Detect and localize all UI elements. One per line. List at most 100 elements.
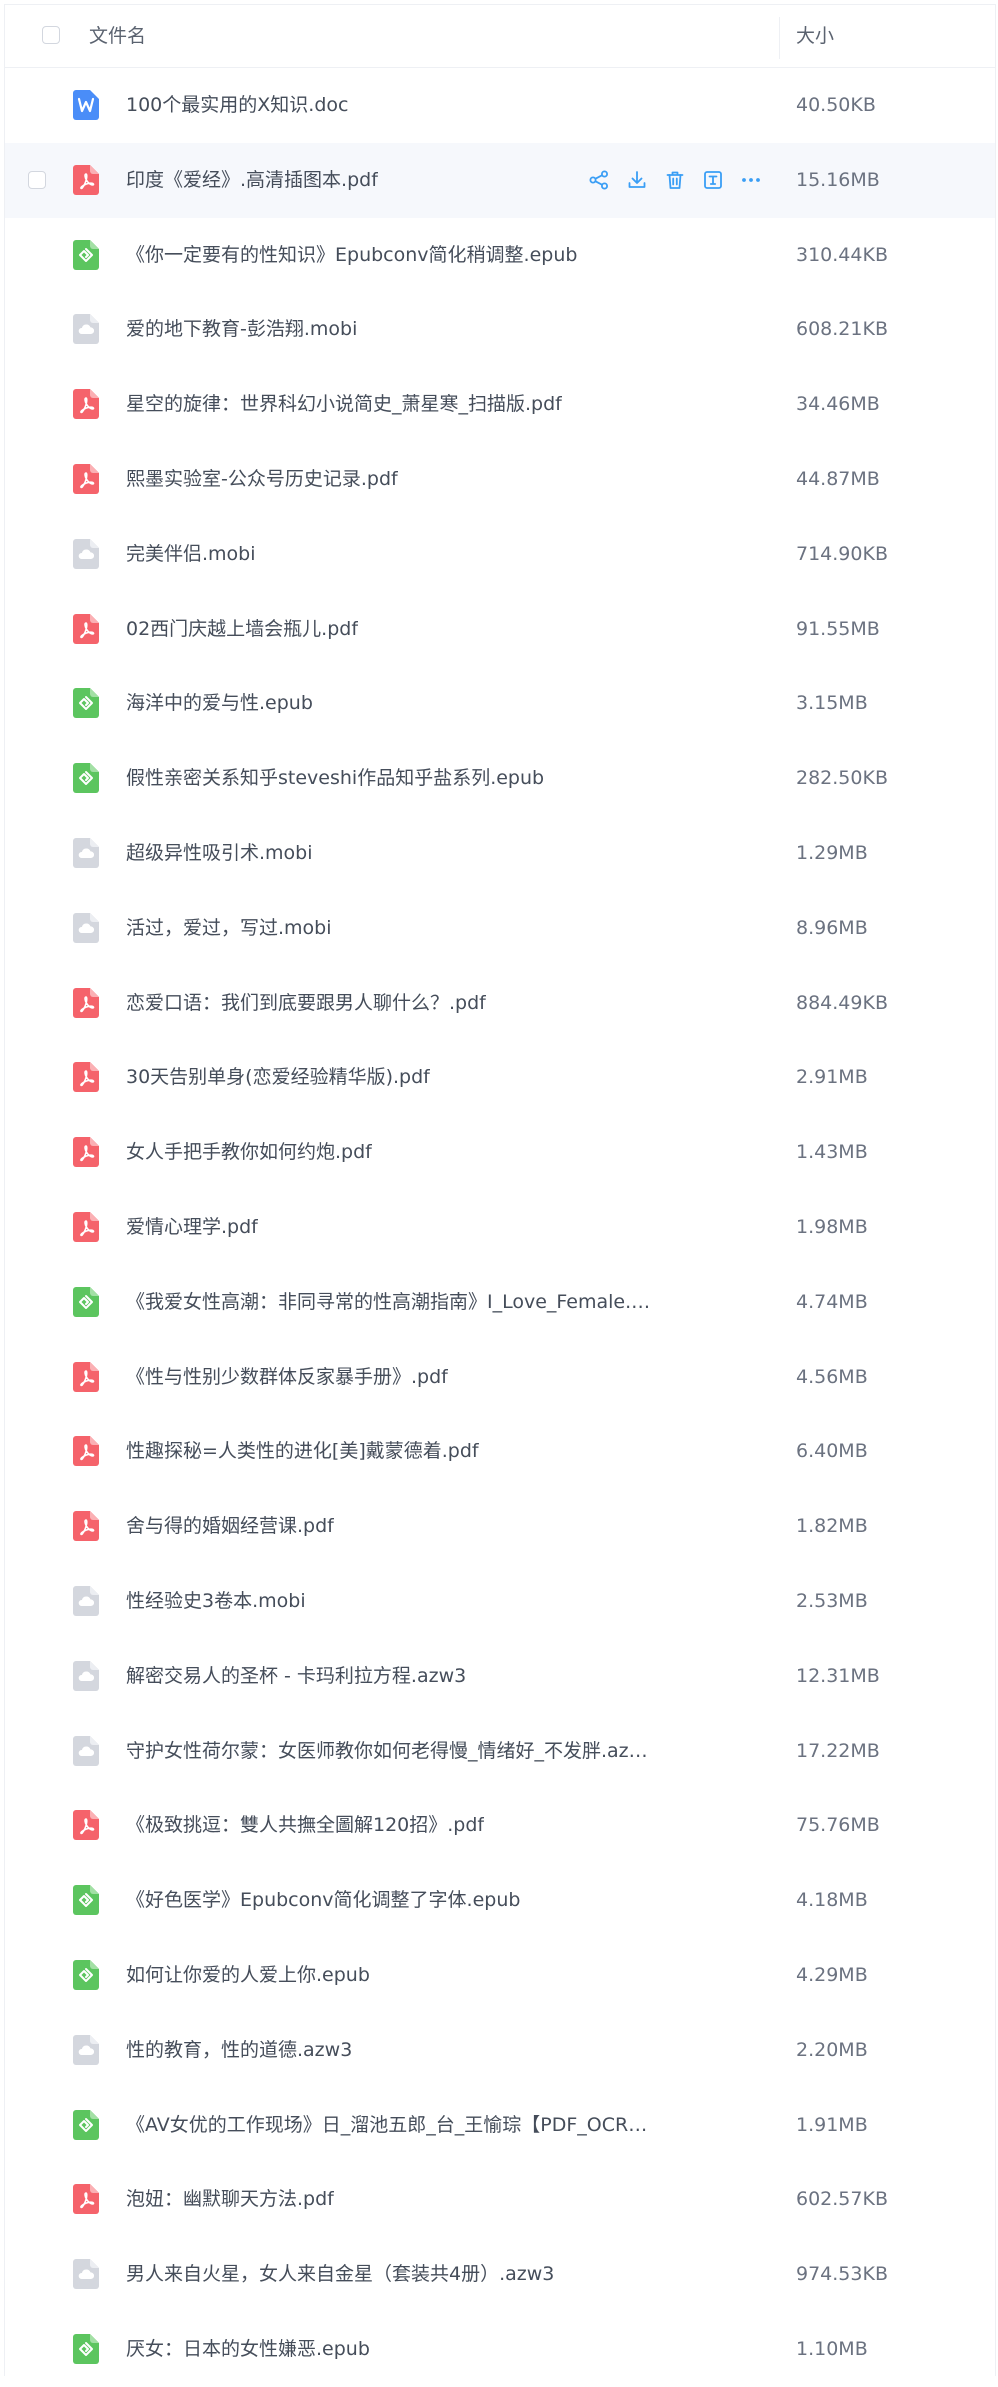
file-name[interactable]: 如何让你爱的人爱上你.epub <box>126 1938 370 2012</box>
pdf-file-icon <box>73 1511 99 1542</box>
file-name[interactable]: 活过，爱过，写过.mobi <box>126 891 332 965</box>
file-row[interactable]: 性的教育，性的道德.azw3 2.20MB <box>5 2013 995 2088</box>
file-name[interactable]: 《好色医学》Epubconv简化调整了字体.epub <box>126 1863 520 1937</box>
file-row[interactable]: 《好色医学》Epubconv简化调整了字体.epub 4.18MB <box>5 1863 995 1938</box>
file-row[interactable]: 厌女：日本的女性嫌恶.epub 1.10MB <box>5 2312 995 2387</box>
file-size: 1.10MB <box>796 2337 868 2360</box>
file-row[interactable]: 《我爱女性高潮：非同寻常的性高潮指南》I_Love_Female.epub 4.… <box>5 1265 995 1340</box>
pdf-file-icon <box>73 389 99 420</box>
text-info-icon[interactable] <box>701 168 725 192</box>
file-row[interactable]: 02西门庆越上墙会瓶儿.pdf 91.55MB <box>5 592 995 667</box>
file-size: 2.91MB <box>796 1066 868 1089</box>
file-name[interactable]: 熙墨实验室-公众号历史记录.pdf <box>126 442 398 516</box>
file-row[interactable]: 《你一定要有的性知识》Epubconv简化稍调整.epub 310.44KB <box>5 218 995 293</box>
file-row[interactable]: 熙墨实验室-公众号历史记录.pdf 44.87MB <box>5 442 995 517</box>
download-icon[interactable] <box>625 168 649 192</box>
row-checkbox[interactable] <box>28 170 46 189</box>
trash-icon[interactable] <box>663 168 687 192</box>
file-size: 310.44KB <box>796 243 888 266</box>
file-size: 1.29MB <box>796 841 868 864</box>
file-name[interactable]: 星空的旋律：世界科幻小说简史_萧星寒_扫描版.pdf <box>126 367 562 441</box>
file-row[interactable]: 爱的地下教育-彭浩翔.mobi 608.21KB <box>5 292 995 367</box>
file-row[interactable]: 女人手把手教你如何约炮.pdf 1.43MB <box>5 1115 995 1190</box>
pdf-file-icon <box>73 1137 99 1168</box>
generic-file-icon <box>73 2034 99 2065</box>
file-size: 40.50KB <box>796 94 876 116</box>
file-name[interactable]: 守护女性荷尔蒙：女医师教你如何老得慢_情绪好_不发胖.azw3 <box>126 1714 656 1788</box>
file-size: 17.22MB <box>796 1739 880 1762</box>
file-row[interactable]: 30天告别单身(恋爱经验精华版).pdf 2.91MB <box>5 1040 995 1115</box>
file-row[interactable]: 《极致挑逗：雙人共撫全圖解120招》.pdf 75.76MB <box>5 1788 995 1863</box>
file-name[interactable]: 恋爱口语：我们到底要跟男人聊什么？.pdf <box>126 966 486 1040</box>
column-divider[interactable] <box>779 17 780 59</box>
file-name[interactable]: 性经验史3卷本.mobi <box>126 1564 306 1638</box>
more-icon[interactable] <box>739 168 763 192</box>
file-size: 602.57KB <box>796 2188 888 2211</box>
file-name[interactable]: 完美伴侣.mobi <box>126 517 256 591</box>
file-row[interactable]: 如何让你爱的人爱上你.epub 4.29MB <box>5 1938 995 2013</box>
file-row[interactable]: 性趣探秘=人类性的进化[美]戴蒙德着.pdf 6.40MB <box>5 1414 995 1489</box>
file-name[interactable]: 女人手把手教你如何约炮.pdf <box>126 1115 372 1189</box>
file-size: 282.50KB <box>796 767 888 790</box>
file-name[interactable]: 100个最实用的X知识.doc <box>126 68 348 142</box>
file-size: 1.43MB <box>796 1141 868 1164</box>
file-name[interactable]: 解密交易人的圣杯 - 卡玛利拉方程.azw3 <box>126 1639 466 1713</box>
file-size: 34.46MB <box>796 393 880 416</box>
file-name[interactable]: 厌女：日本的女性嫌恶.epub <box>126 2312 370 2386</box>
file-name[interactable]: 《我爱女性高潮：非同寻常的性高潮指南》I_Love_Female.epub <box>126 1265 656 1339</box>
file-name[interactable]: 舍与得的婚姻经营课.pdf <box>126 1489 334 1563</box>
file-size: 12.31MB <box>796 1664 880 1687</box>
select-all-checkbox[interactable] <box>42 26 60 44</box>
file-name[interactable]: 《性与性别少数群体反家暴手册》.pdf <box>126 1340 448 1414</box>
file-name[interactable]: 《AV女优的工作现场》日_溜池五郎_台_王愉琮【PDF_OCR多看... <box>126 2088 656 2162</box>
file-name[interactable]: 02西门庆越上墙会瓶儿.pdf <box>126 592 358 666</box>
file-name[interactable]: 《极致挑逗：雙人共撫全圖解120招》.pdf <box>126 1788 484 1862</box>
file-row[interactable]: 守护女性荷尔蒙：女医师教你如何老得慢_情绪好_不发胖.azw3 17.22MB <box>5 1714 995 1789</box>
pdf-file-icon <box>73 1361 99 1392</box>
file-name[interactable]: 性趣探秘=人类性的进化[美]戴蒙德着.pdf <box>126 1414 479 1488</box>
file-row[interactable]: 《性与性别少数群体反家暴手册》.pdf 4.56MB <box>5 1340 995 1415</box>
file-size: 91.55MB <box>796 617 880 640</box>
generic-file-icon <box>73 314 99 345</box>
file-size: 8.96MB <box>796 916 868 939</box>
generic-file-icon <box>73 2259 99 2290</box>
file-name[interactable]: 超级异性吸引术.mobi <box>126 816 313 890</box>
file-name[interactable]: 性的教育，性的道德.azw3 <box>126 2013 352 2087</box>
file-size: 2.53MB <box>796 1589 868 1612</box>
file-name[interactable]: 男人来自火星，女人来自金星（套装共4册）.azw3 <box>126 2237 554 2311</box>
file-name[interactable]: 海洋中的爱与性.epub <box>126 666 313 740</box>
file-name[interactable]: 爱情心理学.pdf <box>126 1190 258 1264</box>
file-name[interactable]: 30天告别单身(恋爱经验精华版).pdf <box>126 1040 430 1114</box>
file-row[interactable]: 海洋中的爱与性.epub 3.15MB <box>5 666 995 741</box>
file-row[interactable]: 印度《爱经》.高清插图本.pdf 15.16MB <box>5 142 995 218</box>
file-name[interactable]: 爱的地下教育-彭浩翔.mobi <box>126 292 357 366</box>
pdf-file-icon <box>73 1810 99 1841</box>
file-row[interactable]: 男人来自火星，女人来自金星（套装共4册）.azw3 974.53KB <box>5 2237 995 2312</box>
share-icon[interactable] <box>587 168 611 192</box>
column-header-size[interactable]: 大小 <box>796 5 834 67</box>
epub-file-icon <box>73 2109 99 2140</box>
file-name[interactable]: 泡妞：幽默聊天方法.pdf <box>126 2162 334 2236</box>
file-row[interactable]: 恋爱口语：我们到底要跟男人聊什么？.pdf 884.49KB <box>5 966 995 1041</box>
file-row[interactable]: 星空的旋律：世界科幻小说简史_萧星寒_扫描版.pdf 34.46MB <box>5 367 995 442</box>
file-row[interactable]: 《AV女优的工作现场》日_溜池五郎_台_王愉琮【PDF_OCR多看... 1.9… <box>5 2088 995 2163</box>
file-size: 44.87MB <box>796 467 880 490</box>
file-size: 714.90KB <box>796 542 888 565</box>
file-row[interactable]: 超级异性吸引术.mobi 1.29MB <box>5 816 995 891</box>
file-row[interactable]: 性经验史3卷本.mobi 2.53MB <box>5 1564 995 1639</box>
file-row[interactable]: 爱情心理学.pdf 1.98MB <box>5 1190 995 1265</box>
generic-file-icon <box>73 837 99 868</box>
file-row[interactable]: 解密交易人的圣杯 - 卡玛利拉方程.azw3 12.31MB <box>5 1639 995 1714</box>
column-header-name[interactable]: 文件名 <box>89 5 146 67</box>
file-row[interactable]: 舍与得的婚姻经营课.pdf 1.82MB <box>5 1489 995 1564</box>
epub-file-icon <box>73 1959 99 1990</box>
file-row[interactable]: 100个最实用的X知识.doc 40.50KB <box>5 68 995 143</box>
file-row[interactable]: 完美伴侣.mobi 714.90KB <box>5 517 995 592</box>
file-name[interactable]: 假性亲密关系知乎steveshi作品知乎盐系列.epub <box>126 741 544 815</box>
pdf-file-icon <box>73 463 99 494</box>
file-row[interactable]: 活过，爱过，写过.mobi 8.96MB <box>5 891 995 966</box>
file-row[interactable]: 泡妞：幽默聊天方法.pdf 602.57KB <box>5 2162 995 2237</box>
file-row[interactable]: 假性亲密关系知乎steveshi作品知乎盐系列.epub 282.50KB <box>5 741 995 816</box>
file-name[interactable]: 《你一定要有的性知识》Epubconv简化稍调整.epub <box>126 218 577 292</box>
file-name[interactable]: 印度《爱经》.高清插图本.pdf <box>126 143 378 217</box>
